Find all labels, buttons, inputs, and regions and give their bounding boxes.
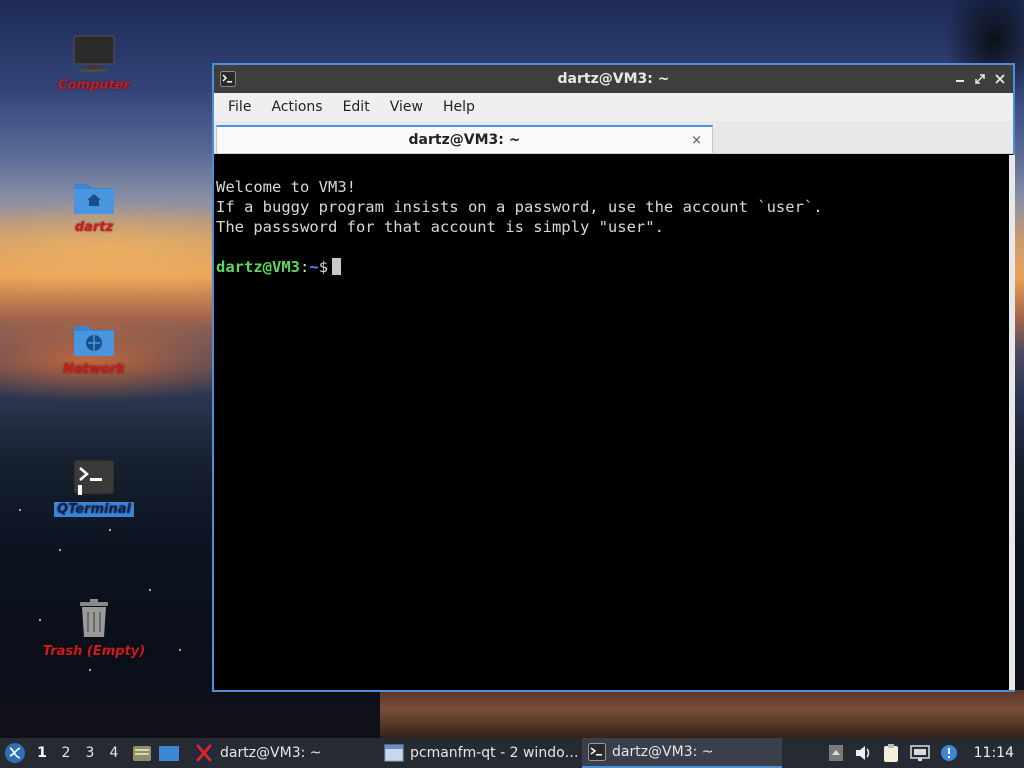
prompt-symbol: $ (318, 258, 329, 276)
task-qterminal[interactable]: dartz@VM3: ~ (582, 738, 782, 768)
terminal-prompt-line: dartz@VM3:~$ (216, 257, 1011, 277)
computer-icon (73, 35, 115, 72)
desktop-icon-home[interactable]: dartz (39, 176, 149, 235)
taskbar: 1 2 3 4 dartz@VM3: ~ pcmanfm-qt - 2 wind… (0, 738, 1024, 768)
task-pcmanfm[interactable]: pcmanfm-qt - 2 windo… (378, 738, 582, 768)
desktop-icon-label: Trash (Empty) (42, 644, 146, 659)
tab-terminal[interactable]: dartz@VM3: ~ × (216, 125, 713, 153)
desktop-3-button[interactable]: 3 (78, 738, 102, 768)
desktop-icon-label: Network (63, 362, 125, 377)
tab-close-icon[interactable]: × (691, 133, 702, 148)
maximize-button[interactable] (973, 69, 987, 89)
update-notifier-icon[interactable] (940, 744, 958, 762)
tab-label: dartz@VM3: ~ (408, 132, 521, 148)
desktop-4-button[interactable]: 4 (102, 738, 126, 768)
task-label: pcmanfm-qt - 2 windo… (410, 745, 579, 761)
network-folder-icon (74, 326, 114, 356)
desktop-icon-label: dartz (74, 220, 114, 235)
window-title: dartz@VM3: ~ (557, 71, 670, 87)
close-button[interactable] (993, 69, 1007, 89)
prompt-user: dartz@VM3 (216, 258, 300, 276)
desktop-icon-label: Computer (57, 78, 131, 93)
volume-icon[interactable] (854, 744, 872, 762)
terminal-window[interactable]: dartz@VM3: ~ File Actions Edit View Help (212, 63, 1015, 692)
menubar: File Actions Edit View Help (214, 93, 1013, 121)
maximize-icon (975, 74, 985, 84)
window-titlebar[interactable]: dartz@VM3: ~ (214, 65, 1013, 93)
trash-icon (80, 599, 108, 637)
prompt-path: ~ (309, 258, 319, 276)
x-icon (194, 743, 214, 763)
desktop-icon-network[interactable]: Network (39, 318, 149, 377)
task-label: dartz@VM3: ~ (220, 745, 322, 761)
text-cursor (332, 258, 342, 275)
task-label: dartz@VM3: ~ (612, 744, 714, 760)
file-manager-launcher-icon[interactable] (132, 743, 152, 763)
terminal-line: If a buggy program insists on a password… (216, 198, 823, 216)
task-x-terminal[interactable]: dartz@VM3: ~ (188, 738, 378, 768)
terminal-scrollbar[interactable] (1009, 155, 1015, 690)
minimize-button[interactable] (953, 69, 967, 89)
desktop: Computer dartz Network QTerminal Trash (… (0, 0, 1024, 768)
network-icon[interactable] (909, 744, 930, 762)
terminal-output[interactable]: Welcome to VM3! If a buggy program insist… (214, 155, 1013, 690)
desktop-1-button[interactable]: 1 (30, 738, 54, 768)
clipboard-icon[interactable] (882, 743, 900, 763)
clock[interactable]: 11:14 (974, 745, 1014, 761)
desktop-icon-trash[interactable]: Trash (Empty) (39, 598, 149, 659)
terminal-title-icon (220, 71, 236, 87)
app-menu-icon (5, 743, 25, 763)
tray-arrow-icon[interactable] (828, 744, 844, 762)
terminal-line: Welcome to VM3! (216, 178, 356, 196)
window-icon (384, 744, 404, 762)
desktop-icon-label: QTerminal (54, 502, 134, 517)
desktop-2-button[interactable]: 2 (54, 738, 78, 768)
menu-actions[interactable]: Actions (261, 99, 332, 115)
show-desktop-icon[interactable] (158, 743, 180, 763)
minimize-icon (956, 80, 964, 82)
close-icon (995, 74, 1005, 84)
prompt-separator: : (300, 258, 310, 276)
terminal-line: The passsword for that account is simply… (216, 218, 664, 236)
menu-help[interactable]: Help (433, 99, 485, 115)
desktop-switcher: 1 2 3 4 (30, 738, 126, 768)
menu-file[interactable]: File (218, 99, 261, 115)
menu-edit[interactable]: Edit (333, 99, 380, 115)
wallpaper-buildings (380, 690, 1024, 738)
desktop-icon-computer[interactable]: Computer (39, 34, 149, 93)
terminal-icon (588, 743, 606, 761)
home-folder-icon (74, 184, 114, 214)
tab-bar: dartz@VM3: ~ × (214, 121, 1013, 154)
terminal-app-icon (73, 459, 115, 495)
system-tray: 11:14 (828, 738, 1024, 768)
desktop-icon-qterminal[interactable]: QTerminal (39, 458, 149, 517)
menu-view[interactable]: View (380, 99, 433, 115)
start-menu-button[interactable] (0, 738, 30, 768)
